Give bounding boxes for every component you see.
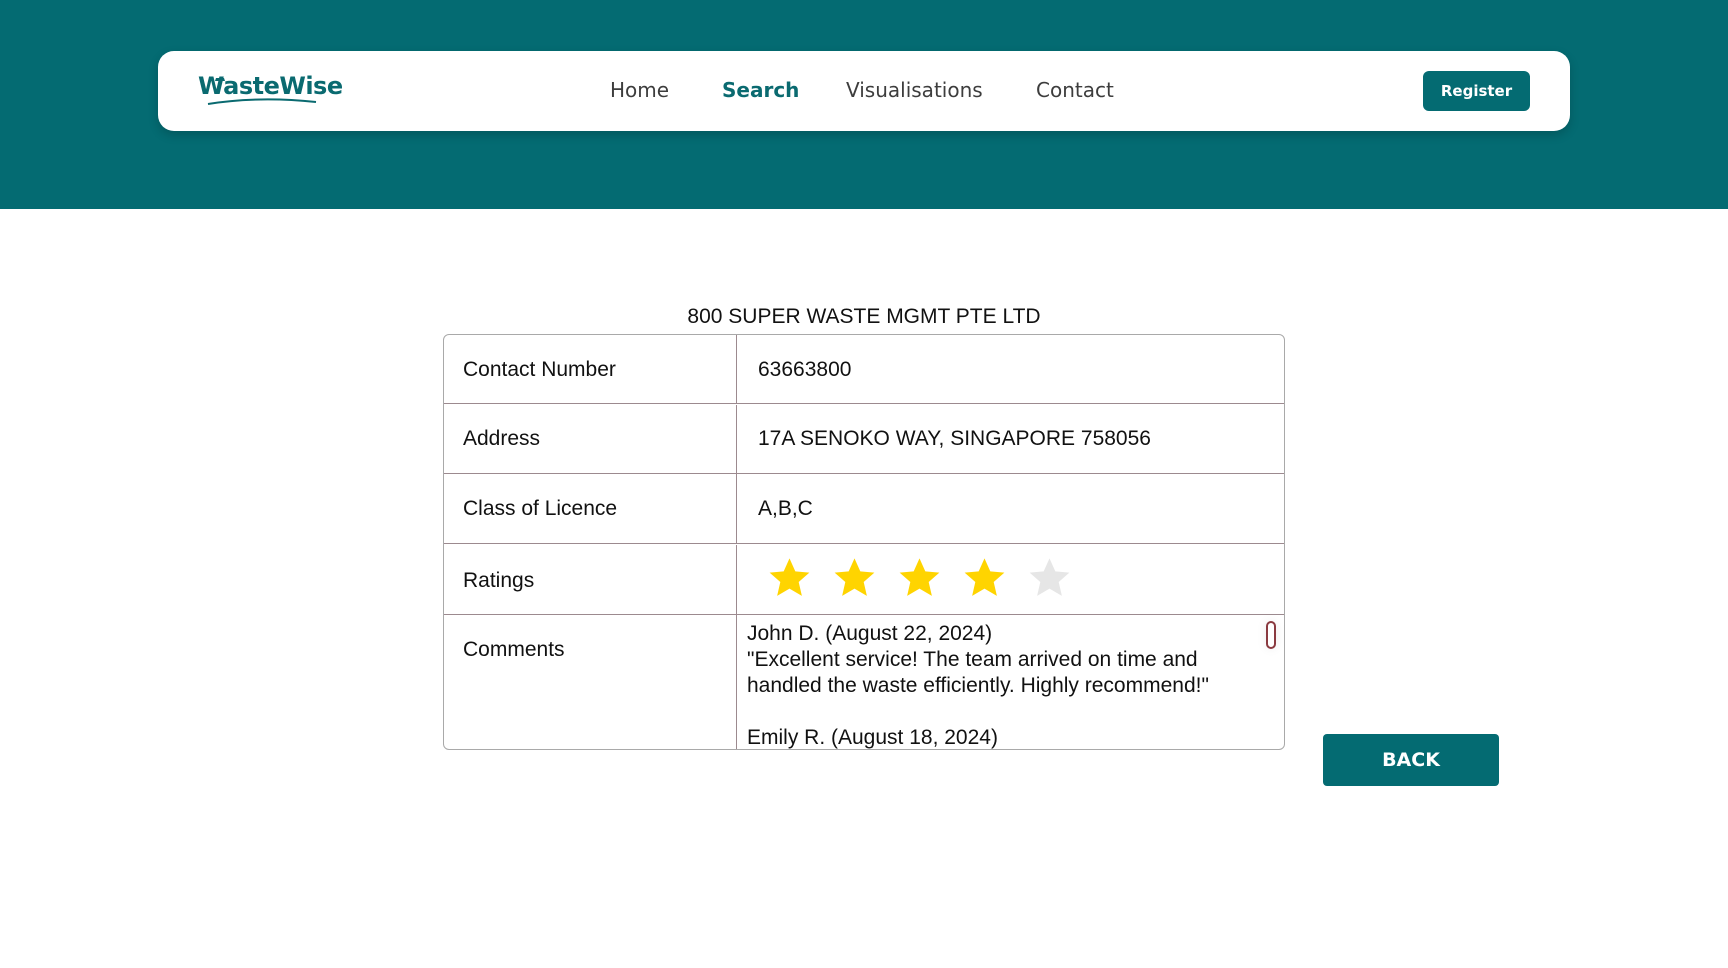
nav-search[interactable]: Search <box>722 78 799 102</box>
star-filled-icon[interactable] <box>962 555 1007 600</box>
class-of-licence-value: A,B,C <box>758 497 813 520</box>
address-label: Address <box>463 426 541 450</box>
value-cell: John D. (August 22, 2024) "Excellent ser… <box>737 615 1284 749</box>
comment-text: "Excellent service! The team arrived on … <box>747 648 1209 697</box>
label-cell: Ratings <box>444 544 737 614</box>
label-cell: Contact Number <box>444 335 737 403</box>
comment-author: Emily R. (August 18, 2024) <box>747 726 998 749</box>
navbar: WasteWise Home Search Visualisations Con… <box>158 51 1570 131</box>
label-cell: Comments <box>444 615 737 749</box>
nav-home[interactable]: Home <box>610 78 669 102</box>
star-filled-icon[interactable] <box>832 555 877 600</box>
comments-scroll-area[interactable]: John D. (August 22, 2024) "Excellent ser… <box>747 621 1267 749</box>
comments-label: Comments <box>463 638 565 661</box>
row-contact-number: Contact Number 63663800 <box>444 335 1284 404</box>
address-value: 17A SENOKO WAY, SINGAPORE 758056 <box>758 426 1151 450</box>
comment-item: John D. (August 22, 2024) "Excellent ser… <box>747 621 1267 699</box>
label-cell: Class of Licence <box>444 474 737 543</box>
row-class-of-licence: Class of Licence A,B,C <box>444 474 1284 544</box>
contact-number-label: Contact Number <box>463 358 616 381</box>
nav-links: Home Search Visualisations Contact <box>158 51 1570 131</box>
rating-stars <box>767 555 1072 600</box>
row-address: Address 17A SENOKO WAY, SINGAPORE 758056 <box>444 404 1284 474</box>
comment-item: Emily R. (August 18, 2024) <box>747 725 1267 749</box>
nav-contact[interactable]: Contact <box>1036 78 1114 102</box>
ratings-label: Ratings <box>463 568 535 592</box>
back-button[interactable]: BACK <box>1323 734 1499 786</box>
star-filled-icon[interactable] <box>767 555 812 600</box>
value-cell <box>737 545 1284 614</box>
label-cell: Address <box>444 404 737 473</box>
comment-author: John D. (August 22, 2024) <box>747 622 993 645</box>
star-filled-icon[interactable] <box>897 555 942 600</box>
company-title: 800 SUPER WASTE MGMT PTE LTD <box>687 305 1041 328</box>
value-cell: A,B,C <box>737 474 1284 543</box>
nav-visualisations[interactable]: Visualisations <box>846 78 983 102</box>
class-of-licence-label: Class of Licence <box>463 497 618 520</box>
star-empty-icon[interactable] <box>1027 555 1072 600</box>
comments-scrollbar[interactable] <box>1266 621 1276 649</box>
row-ratings: Ratings <box>444 544 1284 615</box>
contact-number-value: 63663800 <box>758 358 852 381</box>
value-cell: 63663800 <box>737 335 1284 403</box>
value-cell: 17A SENOKO WAY, SINGAPORE 758056 <box>737 405 1284 473</box>
register-button[interactable]: Register <box>1423 71 1530 111</box>
row-comments: Comments John D. (August 22, 2024) "Exce… <box>444 615 1284 749</box>
details-table: Contact Number 63663800 Address 17A SENO… <box>443 334 1285 750</box>
